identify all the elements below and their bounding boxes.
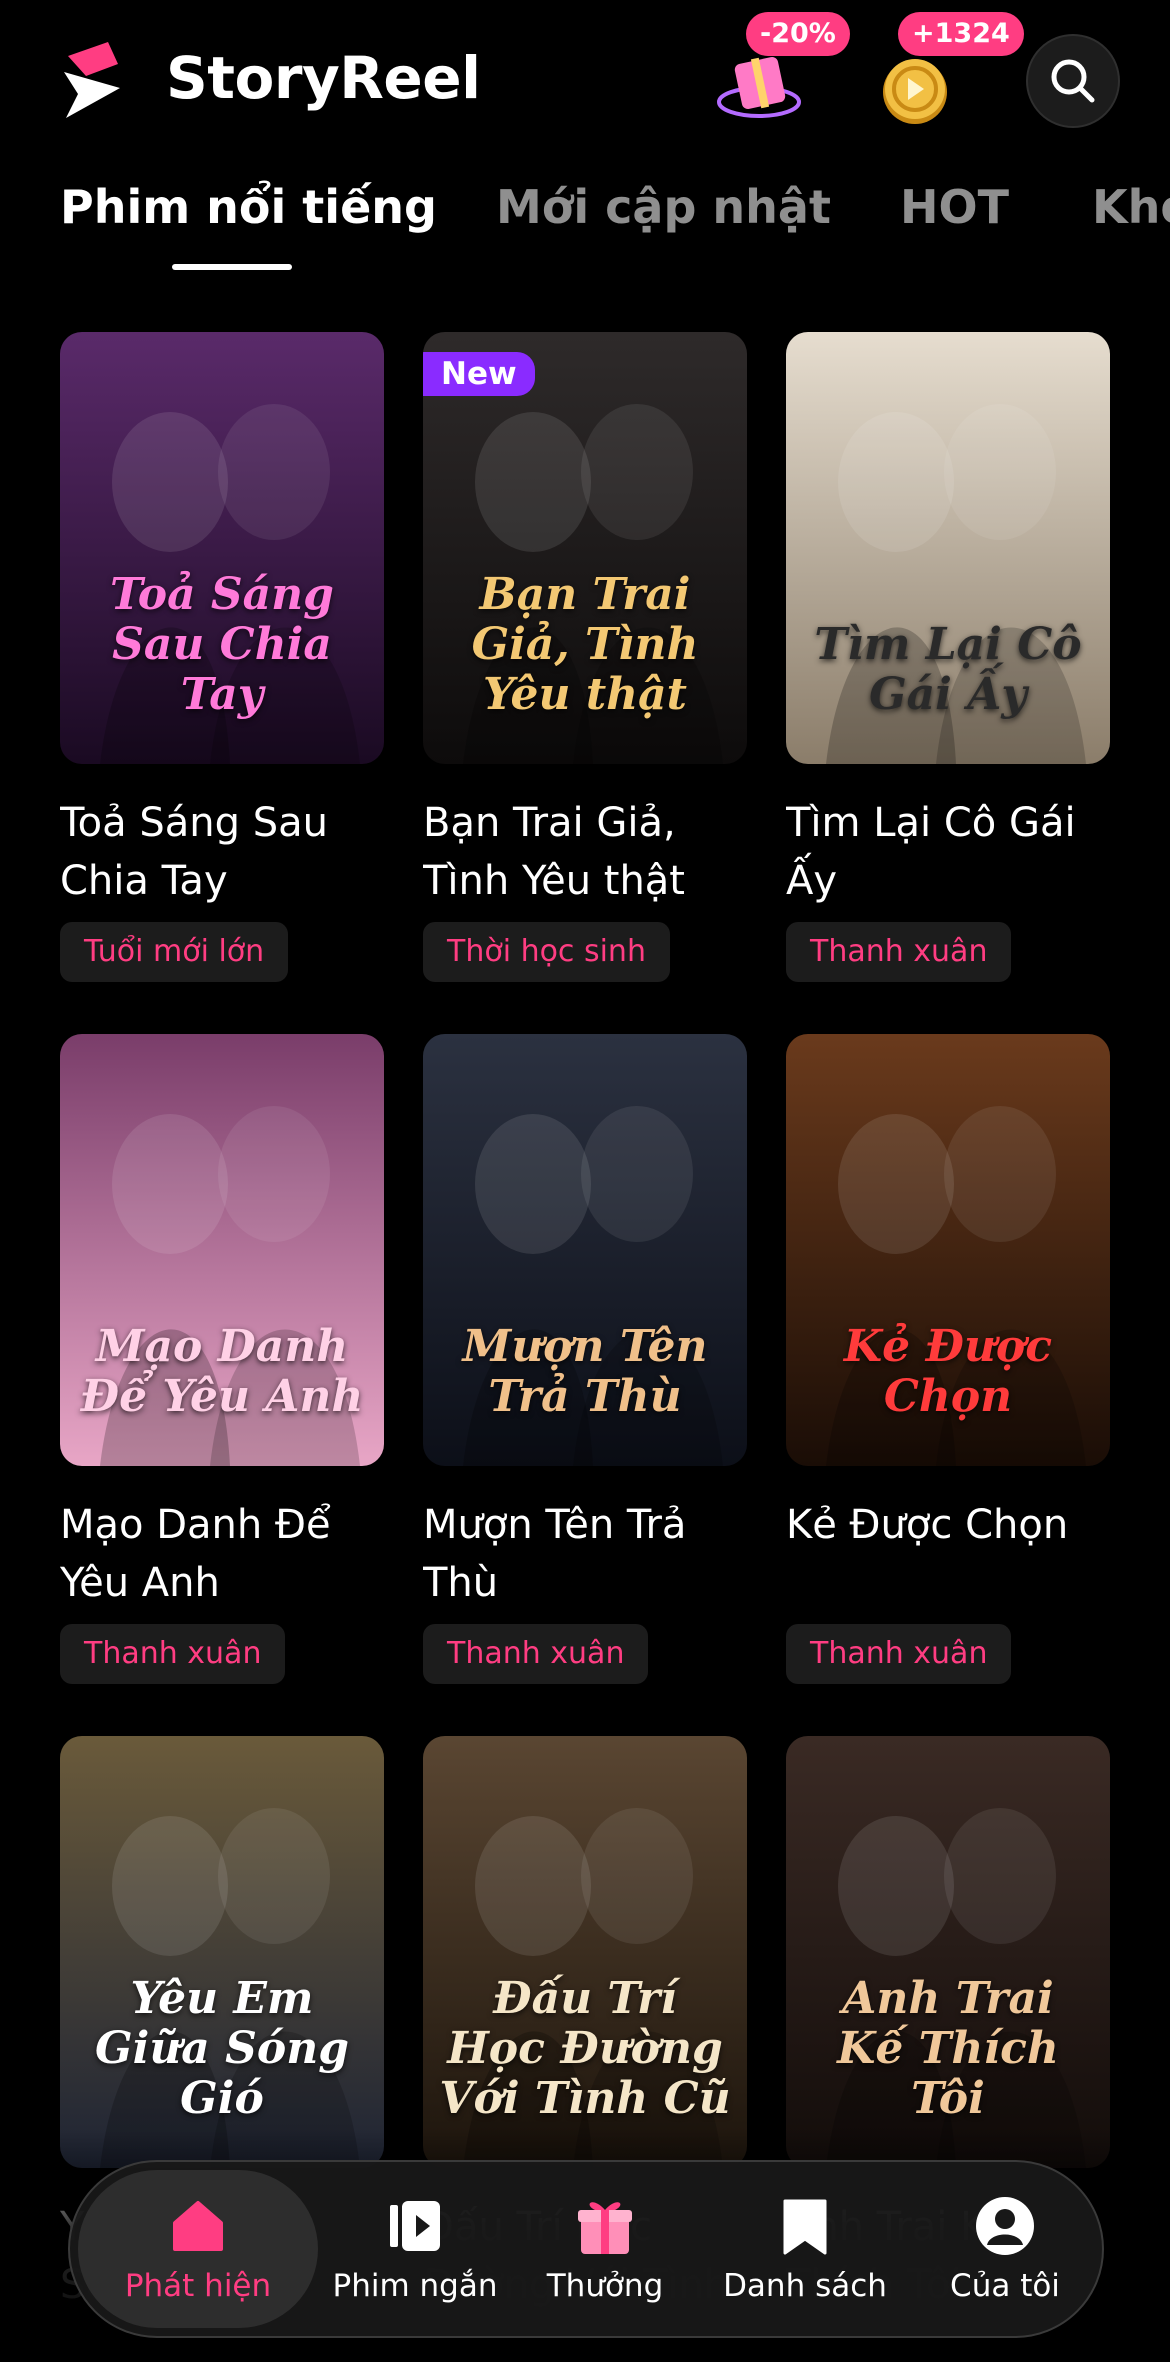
poster-title-art: Toả Sáng Sau Chia Tay (110, 569, 334, 720)
nav-item-watchlist[interactable]: Danh sách (700, 2162, 910, 2336)
drama-poster[interactable]: Mượn Tên Trả Thù (423, 1034, 747, 1466)
genre-tag[interactable]: Thanh xuân (423, 1624, 649, 1684)
nav-label-short-films: Phim ngắn (332, 2268, 498, 2304)
drama-title: Kẻ Được Chọn (786, 1502, 1069, 1548)
coins-badge: +1324 (898, 12, 1024, 56)
discount-badge: -20% (746, 12, 850, 56)
profile-icon (973, 2194, 1037, 2258)
genre-tag[interactable]: Thanh xuân (60, 1624, 286, 1684)
tab-hot[interactable]: HOT (900, 180, 1009, 234)
drama-title: Toả Sáng Sau Chia Tay (60, 800, 328, 904)
nav-item-short-films[interactable]: Phim ngắn (320, 2162, 510, 2336)
home-icon (166, 2194, 230, 2258)
drama-poster[interactable]: Anh Trai Kế Thích Tôi (786, 1736, 1110, 2168)
search-button[interactable] (1026, 34, 1120, 128)
bottom-navigation: Phát hiện Phim ngắn Thưởng Danh sách Của… (68, 2160, 1104, 2338)
drama-poster[interactable]: Toả Sáng Sau Chia Tay (60, 332, 384, 764)
drama-card[interactable]: Kẻ Được Chọn Kẻ Được Chọn Thanh xuân (786, 1034, 1110, 1684)
storyreel-logo-icon[interactable] (60, 42, 126, 120)
drama-poster[interactable]: Mạo Danh Để Yêu Anh (60, 1034, 384, 1466)
drama-card[interactable]: Mạo Danh Để Yêu Anh Mạo Danh Để Yêu Anh Th… (60, 1034, 384, 1684)
drama-card[interactable]: Toả Sáng Sau Chia Tay Toả Sáng Sau Chia T… (60, 332, 384, 982)
active-tab-indicator (172, 264, 292, 270)
search-icon (1051, 59, 1095, 103)
nav-label-rewards: Thưởng (546, 2268, 664, 2304)
drama-poster[interactable]: Bạn Trai Giả, Tình Yêu thật New (423, 332, 747, 764)
genre-tag[interactable]: Thanh xuân (786, 922, 1012, 982)
poster-title-art: Đấu Trí Học Đường Với Tình Cũ (439, 1973, 731, 2124)
tab-new-updates[interactable]: Mới cập nhật (496, 180, 831, 234)
new-badge: New (423, 352, 535, 396)
poster-title-art: Bạn Trai Giả, Tình Yêu thật (471, 569, 699, 720)
nav-item-rewards[interactable]: Thưởng (520, 2162, 690, 2336)
nav-label-profile: Của tôi (950, 2268, 1060, 2304)
drama-poster[interactable]: Kẻ Được Chọn (786, 1034, 1110, 1466)
nav-item-profile[interactable]: Của tôi (920, 2162, 1090, 2336)
drama-card[interactable]: Tìm Lại Cô Gái Ấy Tìm Lại Cô Gái Ấy Thanh … (786, 332, 1110, 982)
genre-tag[interactable]: Thời học sinh (423, 922, 670, 982)
poster-title-art: Anh Trai Kế Thích Tôi (837, 1973, 1059, 2124)
coins-button[interactable]: +1324 (862, 12, 1024, 130)
nav-label-watchlist: Danh sách (723, 2268, 887, 2304)
poster-title-art: Yêu Em Giữa Sóng Gió (95, 1973, 349, 2124)
drama-poster[interactable]: Yêu Em Giữa Sóng Gió (60, 1736, 384, 2168)
drama-card[interactable]: Bạn Trai Giả, Tình Yêu thật New Bạn Trai G… (423, 332, 747, 982)
app-header: StoryReel -20% +1324 (0, 0, 1170, 160)
nav-label-discover: Phát hiện (124, 2268, 272, 2304)
drama-title: Mạo Danh Để Yêu Anh (60, 1502, 331, 1606)
drama-poster[interactable]: Tìm Lại Cô Gái Ấy (786, 332, 1110, 764)
genre-tag[interactable]: Thanh xuân (786, 1624, 1012, 1684)
discount-gift-button[interactable]: -20% (706, 12, 850, 130)
drama-title: Bạn Trai Giả, Tình Yêu thật (423, 800, 685, 904)
app-name: StoryReel (166, 44, 481, 112)
category-tabs: Phim nổi tiếng Mới cập nhật HOT Kho (0, 172, 1170, 282)
poster-title-art: Kẻ Được Chọn (843, 1321, 1053, 1422)
nav-item-discover[interactable]: Phát hiện (78, 2162, 318, 2336)
tab-library[interactable]: Kho (1092, 180, 1170, 234)
reward-gift-icon (573, 2194, 637, 2258)
drama-title: Mượn Tên Trả Thù (423, 1502, 687, 1606)
short-film-icon (383, 2194, 447, 2258)
drama-card[interactable]: Mượn Tên Trả Thù Mượn Tên Trả Thù Thanh xu… (423, 1034, 747, 1684)
poster-title-art: Tìm Lại Cô Gái Ấy (814, 619, 1082, 720)
bookmark-icon (773, 2194, 837, 2258)
genre-tag[interactable]: Tuổi mới lớn (60, 922, 289, 982)
drama-poster[interactable]: Đấu Trí Học Đường Với Tình Cũ (423, 1736, 747, 2168)
drama-title: Tìm Lại Cô Gái Ấy (786, 800, 1076, 904)
tab-popular[interactable]: Phim nổi tiếng (60, 180, 437, 234)
poster-title-art: Mạo Danh Để Yêu Anh (80, 1321, 364, 1422)
poster-title-art: Mượn Tên Trả Thù (462, 1321, 708, 1422)
